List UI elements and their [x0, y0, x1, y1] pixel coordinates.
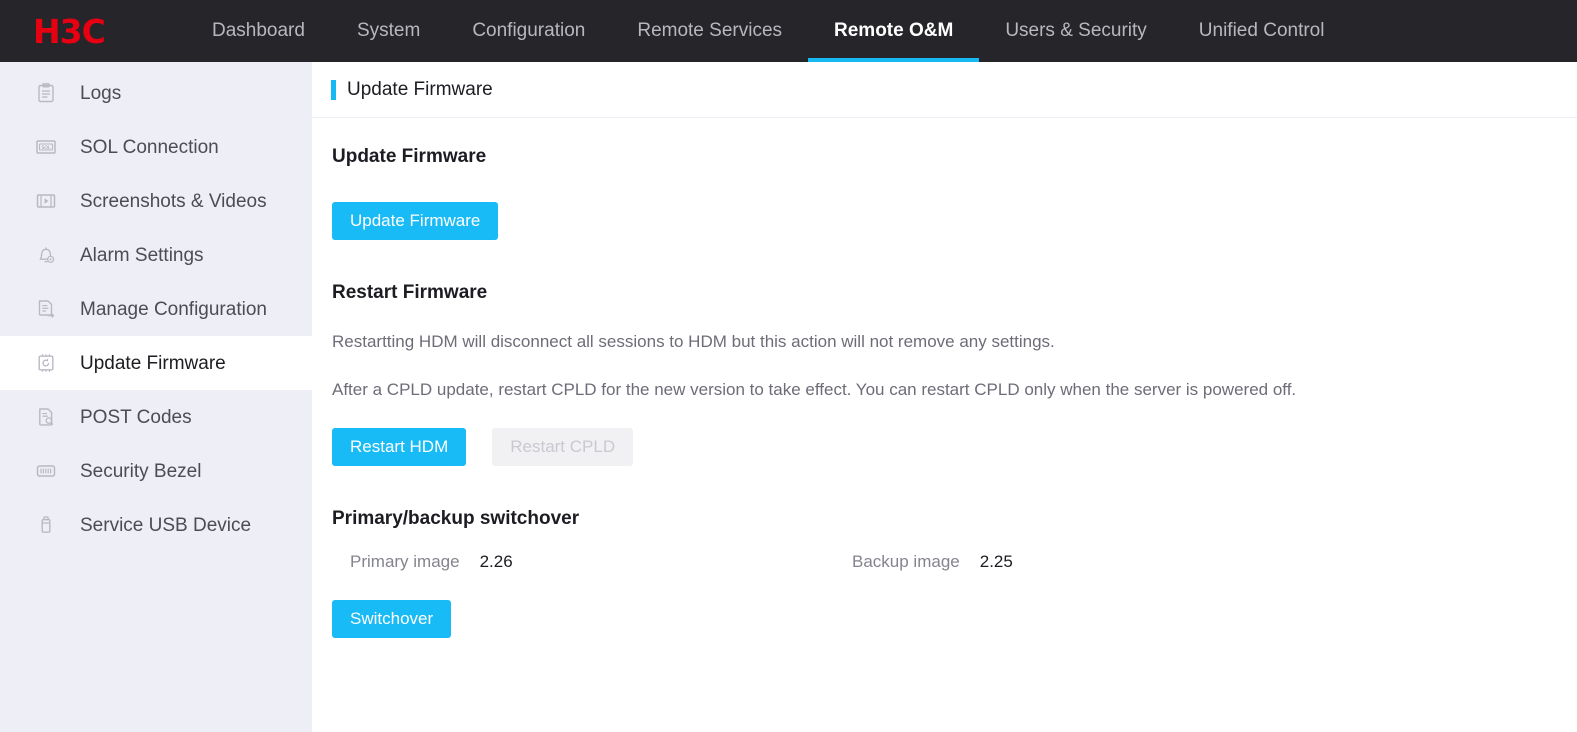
sidebar-item-label: Alarm Settings	[80, 244, 204, 266]
restart-firmware-paragraph-1: Restartting HDM will disconnect all sess…	[332, 332, 1055, 351]
restart-hdm-button[interactable]: Restart HDM	[332, 428, 467, 466]
page-title: Update Firmware	[347, 78, 493, 100]
primary-image-label: Primary image	[350, 552, 460, 571]
primary-image-field: Primary image 2.26	[332, 552, 852, 572]
main-content: Update Firmware Update Firmware Update F…	[312, 62, 1577, 732]
sidebar-item-security-bezel[interactable]: Security Bezel	[0, 444, 312, 498]
section-primary-backup-switchover: Primary/backup switchover Primary image …	[332, 508, 1577, 638]
section-restart-firmware: Restart Firmware Restartting HDM will di…	[332, 282, 1577, 466]
sidebar-item-label: Logs	[80, 82, 122, 104]
update-firmware-button[interactable]: Update Firmware	[332, 202, 499, 240]
nav-item-label: Dashboard	[212, 20, 305, 41]
update-firmware-actions: Update Firmware	[332, 202, 1577, 240]
page-header: Update Firmware	[312, 62, 1577, 118]
nav-item-label: Configuration	[472, 20, 586, 41]
primary-image-value: 2.26	[479, 552, 513, 571]
restart-firmware-actions: Restart HDM Restart CPLD	[332, 428, 1577, 466]
nav-item-system[interactable]: System	[331, 0, 446, 62]
update-firmware-heading: Update Firmware	[332, 146, 487, 167]
nav-item-label: System	[356, 20, 421, 41]
svg-text:SOL: SOL	[41, 145, 51, 151]
sidebar: Logs SOL SOL Connection Screenshots & Vi…	[0, 62, 312, 732]
sidebar-item-sol-connection[interactable]: SOL SOL Connection	[0, 120, 312, 174]
sidebar-item-label: Security Bezel	[80, 460, 202, 482]
nav-item-remote-om[interactable]: Remote O&M	[808, 0, 980, 62]
brand-logo-text: H3C	[33, 11, 106, 51]
document-search-icon	[34, 405, 58, 429]
page-body: Logs SOL SOL Connection Screenshots & Vi…	[0, 62, 1577, 732]
restart-firmware-paragraph-2: After a CPLD update, restart CPLD for th…	[332, 380, 1297, 399]
sidebar-item-alarm-settings[interactable]: Alarm Settings	[0, 228, 312, 282]
section-update-firmware: Update Firmware Update Firmware	[332, 146, 1577, 240]
nav-item-label: Remote Services	[637, 20, 783, 41]
clipboard-icon	[34, 81, 58, 105]
backup-image-field: Backup image 2.25	[852, 552, 1013, 572]
sidebar-item-label: POST Codes	[80, 406, 192, 428]
nav-item-configuration[interactable]: Configuration	[446, 0, 611, 62]
sidebar-item-post-codes[interactable]: POST Codes	[0, 390, 312, 444]
restart-cpld-button[interactable]: Restart CPLD	[492, 428, 634, 466]
bezel-icon	[34, 459, 58, 483]
switchover-heading: Primary/backup switchover	[332, 508, 580, 529]
sidebar-item-label: SOL Connection	[80, 136, 219, 158]
top-navigation-bar: H3C Dashboard System Configuration Remot…	[0, 0, 1577, 62]
sol-icon: SOL	[34, 135, 58, 159]
nav-item-dashboard[interactable]: Dashboard	[186, 0, 331, 62]
switchover-actions: Switchover	[332, 600, 1577, 638]
sidebar-item-screenshots-videos[interactable]: Screenshots & Videos	[0, 174, 312, 228]
sidebar-item-label: Manage Configuration	[80, 298, 267, 320]
nav-item-label: Users & Security	[1005, 20, 1147, 41]
sidebar-item-label: Screenshots & Videos	[80, 190, 267, 212]
sidebar-item-label: Update Firmware	[80, 352, 226, 374]
sidebar-item-update-firmware[interactable]: Update Firmware	[0, 336, 312, 390]
content-area: Update Firmware Update Firmware Restart …	[312, 118, 1577, 638]
sidebar-item-manage-configuration[interactable]: Manage Configuration	[0, 282, 312, 336]
chip-refresh-icon	[34, 351, 58, 375]
document-export-icon	[34, 297, 58, 321]
title-accent-bar	[331, 79, 336, 100]
switchover-image-info: Primary image 2.26 Backup image 2.25	[332, 552, 1577, 572]
video-icon	[34, 189, 58, 213]
backup-image-label: Backup image	[852, 552, 960, 571]
nav-item-unified-control[interactable]: Unified Control	[1173, 0, 1351, 62]
switchover-button[interactable]: Switchover	[332, 600, 452, 638]
brand-logo[interactable]: H3C	[0, 0, 186, 62]
nav-item-remote-services[interactable]: Remote Services	[611, 0, 808, 62]
bell-settings-icon	[34, 243, 58, 267]
sidebar-item-label: Service USB Device	[80, 514, 252, 536]
usb-device-icon	[34, 513, 58, 537]
nav-item-users-security[interactable]: Users & Security	[979, 0, 1172, 62]
restart-firmware-heading: Restart Firmware	[332, 282, 488, 303]
sidebar-item-service-usb-device[interactable]: Service USB Device	[0, 498, 312, 552]
sidebar-item-logs[interactable]: Logs	[0, 66, 312, 120]
backup-image-value: 2.25	[979, 552, 1013, 571]
main-nav: Dashboard System Configuration Remote Se…	[186, 0, 1350, 62]
nav-item-label: Unified Control	[1198, 20, 1325, 41]
nav-item-label: Remote O&M	[834, 20, 954, 41]
